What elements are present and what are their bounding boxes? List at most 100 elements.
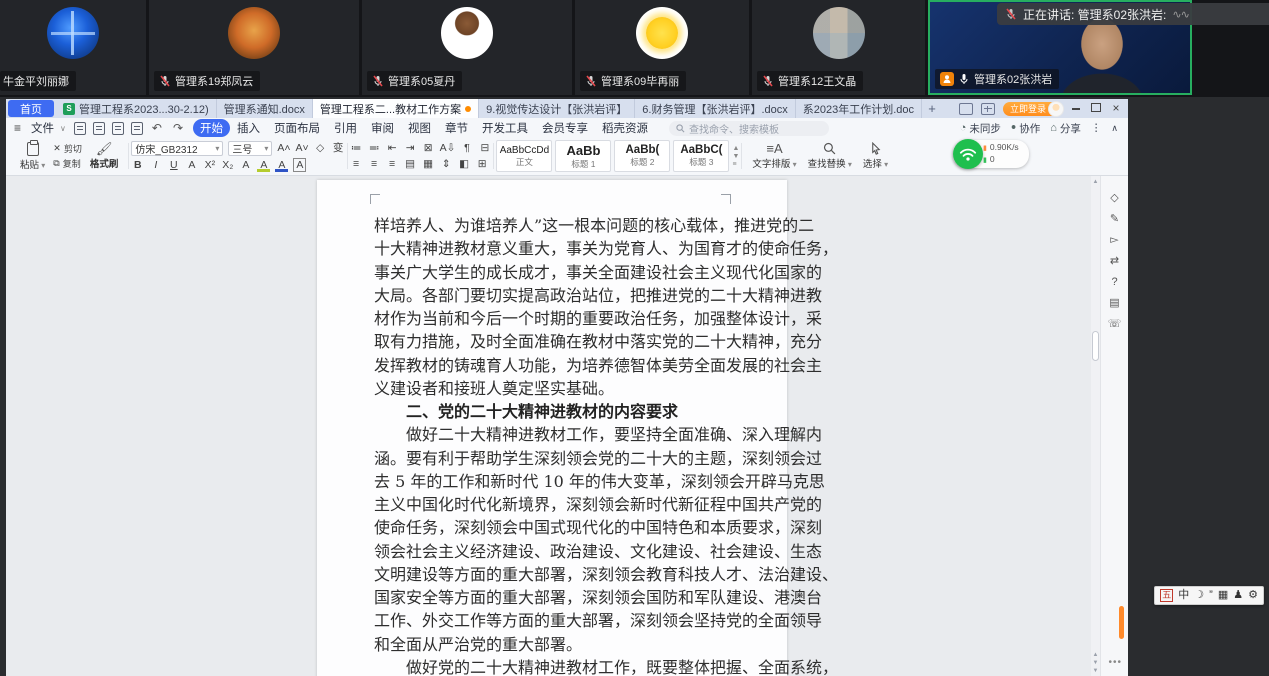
scrollbar-thumb[interactable] (1092, 331, 1099, 361)
file-menu[interactable]: 文件 (25, 120, 60, 136)
print-icon[interactable] (112, 122, 124, 135)
copy-button[interactable]: ⧉复制 (53, 157, 82, 170)
ribbon-tab-review[interactable]: 审阅 (364, 119, 401, 137)
paragraph-tool-icon[interactable]: ⊠ (422, 141, 435, 155)
next-page-icon[interactable]: ▼ (1091, 660, 1100, 666)
find-replace-button[interactable]: 查找替换 ▾ (805, 142, 855, 170)
style-scroll-down-icon[interactable]: ▼ (732, 153, 739, 160)
paragraph-tool-icon[interactable]: ≡ (350, 157, 363, 171)
sync-status[interactable]: ◔未同步 (960, 121, 1001, 136)
collaborate-button[interactable]: ꔷ协作 (1011, 121, 1040, 136)
ime-bar-item[interactable]: ⚙ (1248, 588, 1258, 603)
video-tile[interactable]: 管理系19郑凤云 (149, 0, 359, 95)
sidebar-tool-icon[interactable]: ☏ (1107, 318, 1123, 331)
paragraph-tool-icon[interactable]: A⇩ (440, 141, 456, 155)
ime-bar-item[interactable]: ” (1209, 588, 1213, 603)
ribbon-tab-insert[interactable]: 插入 (230, 119, 267, 137)
paragraph-tool-icon[interactable]: ≔ (350, 141, 363, 155)
ribbon-tab-developer[interactable]: 开发工具 (475, 119, 535, 137)
paragraph-tool-icon[interactable]: ⇥ (404, 141, 417, 155)
text-layout-button[interactable]: ≡A 文字排版 ▾ (749, 142, 799, 170)
font-format-button[interactable]: U (167, 158, 180, 172)
sidebar-tool-icon[interactable]: ⇄ (1107, 255, 1123, 268)
font-format-button[interactable]: A (185, 158, 198, 172)
ribbon-tab-home[interactable]: 开始 (193, 119, 230, 137)
font-format-button[interactable]: I (149, 158, 162, 172)
font-format-button[interactable]: B (131, 158, 144, 172)
print-preview-icon[interactable] (131, 122, 143, 135)
ribbon-tab-page-layout[interactable]: 页面布局 (267, 119, 327, 137)
ime-bar-item[interactable]: ☽ (1194, 588, 1204, 603)
scroll-down-icon[interactable]: ▼ (1091, 668, 1100, 674)
login-button[interactable]: 立即登录 (1003, 102, 1062, 116)
net-speed-widget[interactable]: 0.90K/s 0 (953, 140, 1029, 168)
style-heading1[interactable]: AaBb标题 1 (555, 140, 611, 172)
workspace-grid-icon[interactable] (981, 103, 995, 115)
share-button[interactable]: ⌂分享 (1050, 121, 1081, 136)
ime-bar-item[interactable]: ▦ (1218, 588, 1228, 603)
close-button[interactable]: × (1110, 100, 1122, 117)
undo-icon[interactable]: ↶ (150, 121, 164, 135)
paragraph-tool-icon[interactable]: ¶ (460, 141, 473, 155)
redo-icon[interactable]: ↷ (171, 121, 185, 135)
font-format-button[interactable]: A (293, 158, 306, 172)
font-tool-icon[interactable]: 变 (332, 141, 345, 155)
font-tool-icon[interactable]: A˄ (277, 141, 290, 155)
paragraph-tool-icon[interactable]: ≕ (368, 141, 381, 155)
ime-bar-item[interactable]: 中 (1178, 588, 1189, 603)
font-format-button[interactable]: X₂ (221, 158, 234, 172)
ribbon-tab-docer[interactable]: 稻壳资源 (595, 119, 655, 137)
doc-tab[interactable]: S 管理工程系2023...30-2.12) (56, 99, 217, 118)
paste-button[interactable]: 粘贴 ▾ (17, 142, 48, 171)
ime-bar-item[interactable]: 五 (1160, 589, 1173, 602)
more-menu-icon[interactable]: ⋮ (1091, 122, 1102, 134)
paragraph-tool-icon[interactable]: ≡ (386, 157, 399, 171)
ime-bar-item[interactable]: ♟ (1233, 588, 1243, 603)
doc-tab[interactable]: W 系2023年工作计划.doc (796, 99, 922, 118)
doc-tab[interactable]: W 6.财务管理【张洪岩评】.docx (635, 99, 795, 118)
save-icon[interactable] (74, 122, 86, 135)
paragraph-tool-icon[interactable]: ◧ (458, 157, 471, 171)
paragraph-tool-icon[interactable]: ▤ (404, 157, 417, 171)
document-page[interactable]: 样培养人、为谁培养人”这一根本问题的核心载体，推进党的二十大精神进教材意义重大，… (317, 180, 787, 676)
font-tool-icon[interactable]: A˅ (295, 141, 308, 155)
format-painter-button[interactable]: 🖌 格式刷 (87, 142, 122, 170)
style-scroll-up-icon[interactable]: ▲ (732, 145, 739, 152)
sidebar-tool-icon[interactable]: ▤ (1107, 297, 1123, 310)
style-heading3[interactable]: AaBbC(标题 3 (673, 140, 729, 172)
vertical-scrollbar[interactable]: ▲ ▲ ▼ ▼ (1091, 176, 1100, 676)
export-pdf-icon[interactable] (93, 122, 105, 135)
select-button[interactable]: 选择 ▾ (860, 142, 891, 170)
font-name-select[interactable]: 仿宋_GB2312▾ (131, 141, 223, 156)
font-format-button[interactable]: A (275, 158, 288, 172)
home-tab[interactable]: 首页 (8, 100, 54, 117)
ribbon-tab-references[interactable]: 引用 (327, 119, 364, 137)
paragraph-tool-icon[interactable]: ≡ (368, 157, 381, 171)
scroll-up-icon[interactable]: ▲ (1091, 179, 1100, 185)
font-format-button[interactable]: A (257, 158, 270, 172)
ribbon-tab-view[interactable]: 视图 (401, 119, 438, 137)
ribbon-tab-member[interactable]: 会员专享 (535, 119, 595, 137)
restore-button[interactable] (1090, 100, 1102, 117)
sidebar-tool-icon[interactable]: ▻ (1107, 234, 1123, 247)
cut-button[interactable]: ✕剪切 (53, 142, 82, 155)
document-canvas[interactable]: 样培养人、为谁培养人”这一根本问题的核心载体，推进党的二十大精神进教材意义重大，… (6, 176, 1106, 676)
paragraph-tool-icon[interactable]: ⇤ (386, 141, 399, 155)
video-tile[interactable]: 管理系05夏丹 (362, 0, 572, 95)
paragraph-tool-icon[interactable]: ▦ (422, 157, 435, 171)
ribbon-tab-section[interactable]: 章节 (438, 119, 475, 137)
video-tile[interactable]: 管理系09毕再丽 (575, 0, 749, 95)
minimize-button[interactable] (1070, 100, 1082, 117)
sidebar-tool-icon[interactable]: ◇ (1107, 192, 1123, 205)
sidebar-tool-icon[interactable]: ? (1107, 276, 1123, 289)
layout-mode-icon[interactable] (959, 103, 973, 115)
paragraph-tool-icon[interactable]: ⊟ (478, 141, 491, 155)
style-normal[interactable]: AaBbCcDd正文 (496, 140, 552, 172)
paragraph-tool-icon[interactable]: ⊞ (476, 157, 489, 171)
font-format-button[interactable]: A (239, 158, 252, 172)
sidebar-more-button[interactable]: ••• (1108, 657, 1122, 668)
sidebar-tool-icon[interactable]: ✎ (1107, 213, 1123, 226)
hamburger-icon[interactable]: ≡ (6, 121, 25, 135)
new-tab-button[interactable]: + (922, 99, 942, 118)
font-format-button[interactable]: X² (203, 158, 216, 172)
